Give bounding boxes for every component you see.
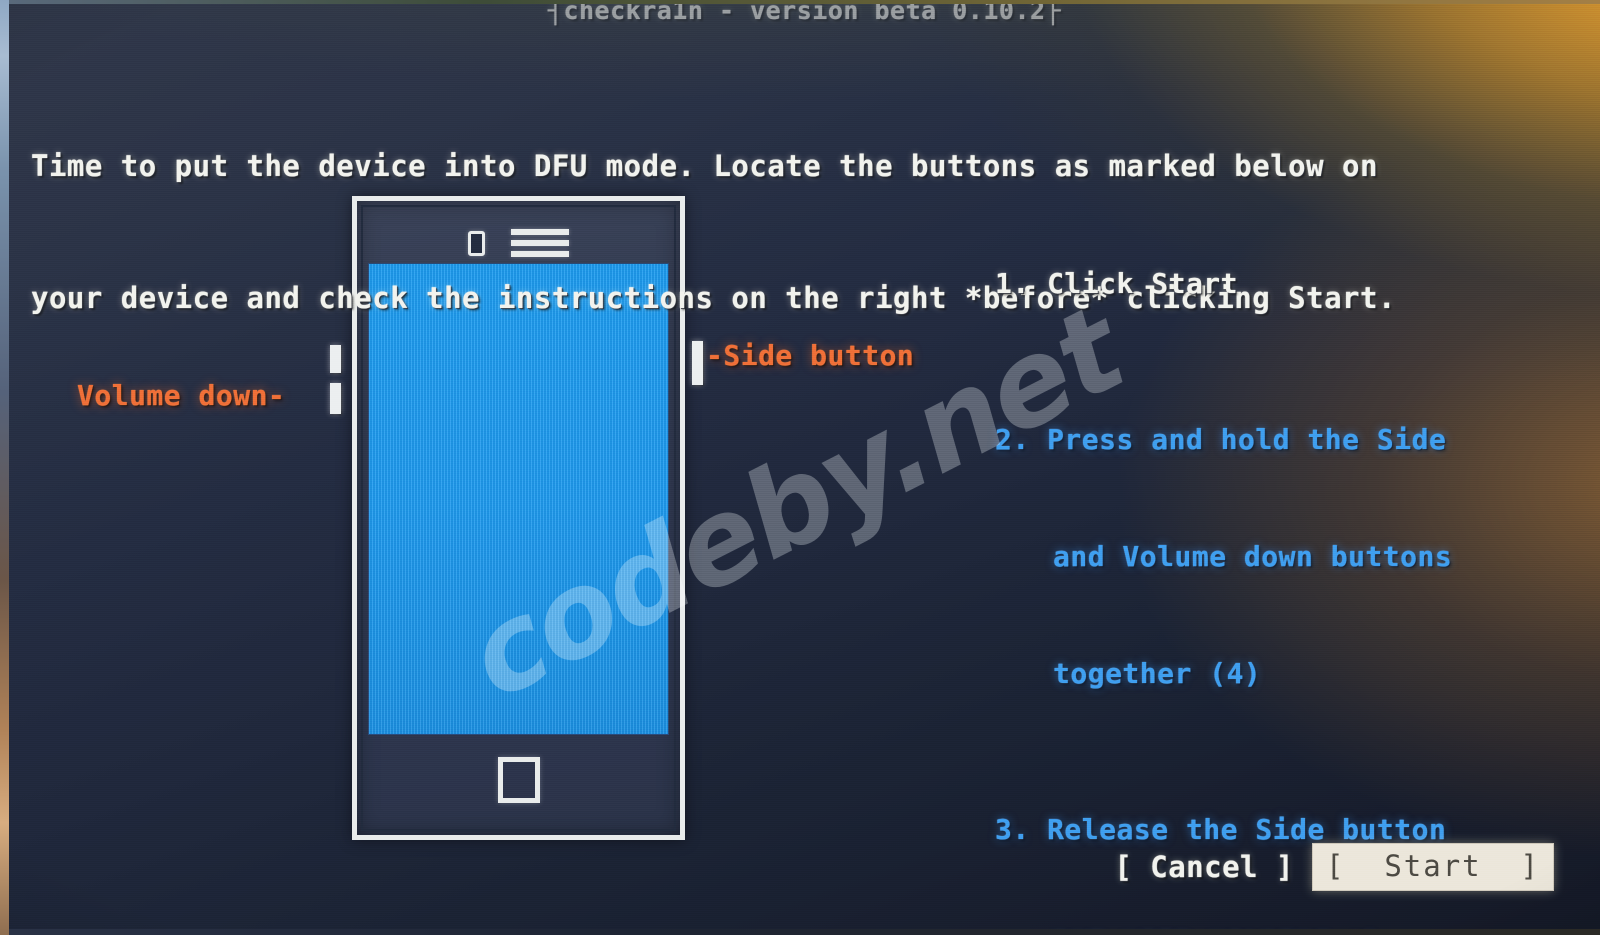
step-2-number: 2. (995, 423, 1030, 456)
instruction-step-1: 1. Click Start (995, 264, 1555, 303)
side-button-label: -Side button (706, 339, 915, 372)
step-3-text-line-1: Release the Side button (1047, 813, 1447, 846)
headline-line-1: Time to put the device into DFU mode. Lo… (31, 149, 1378, 183)
checkrain-tui-screen: ┤checkra1n - version beta 0.10.2├ Time t… (9, 4, 1600, 929)
monitor-bezel-bottom (0, 929, 1600, 935)
start-button[interactable]: [ Start ] (1311, 843, 1554, 891)
window-title-bar: ┤checkra1n - version beta 0.10.2├ (9, 4, 1600, 25)
window-title-left-bracket: ┤ (547, 4, 564, 25)
monitor-bezel-top (0, 0, 1600, 4)
step-2-text-line-3: together (4) (1053, 657, 1262, 690)
dialog-button-row: [ Cancel ] [ Start ] (1110, 843, 1554, 891)
step-3-number: 3. (995, 813, 1030, 846)
window-title: checkra1n - version beta 0.10.2 (563, 4, 1046, 25)
home-button-icon (497, 757, 540, 803)
cancel-button[interactable]: [ Cancel ] (1110, 848, 1298, 886)
step-2-text-line-2: and Volume down buttons (1053, 540, 1453, 573)
volume-down-label: Volume down- (77, 379, 286, 412)
window-title-right-bracket: ├ (1045, 4, 1062, 25)
monitor-bezel-left (0, 0, 9, 935)
instruction-step-2: 2. Press and hold the Side (995, 420, 1555, 459)
instruction-list: 1. Click Start 2. Press and hold the Sid… (995, 186, 1555, 929)
step-1-number: 1. (995, 267, 1030, 300)
step-1-text: Click Start (1047, 267, 1239, 300)
photographed-monitor: ┤checkra1n - version beta 0.10.2├ Time t… (0, 0, 1600, 935)
step-2-text-line-1: Press and hold the Side (1047, 423, 1447, 456)
